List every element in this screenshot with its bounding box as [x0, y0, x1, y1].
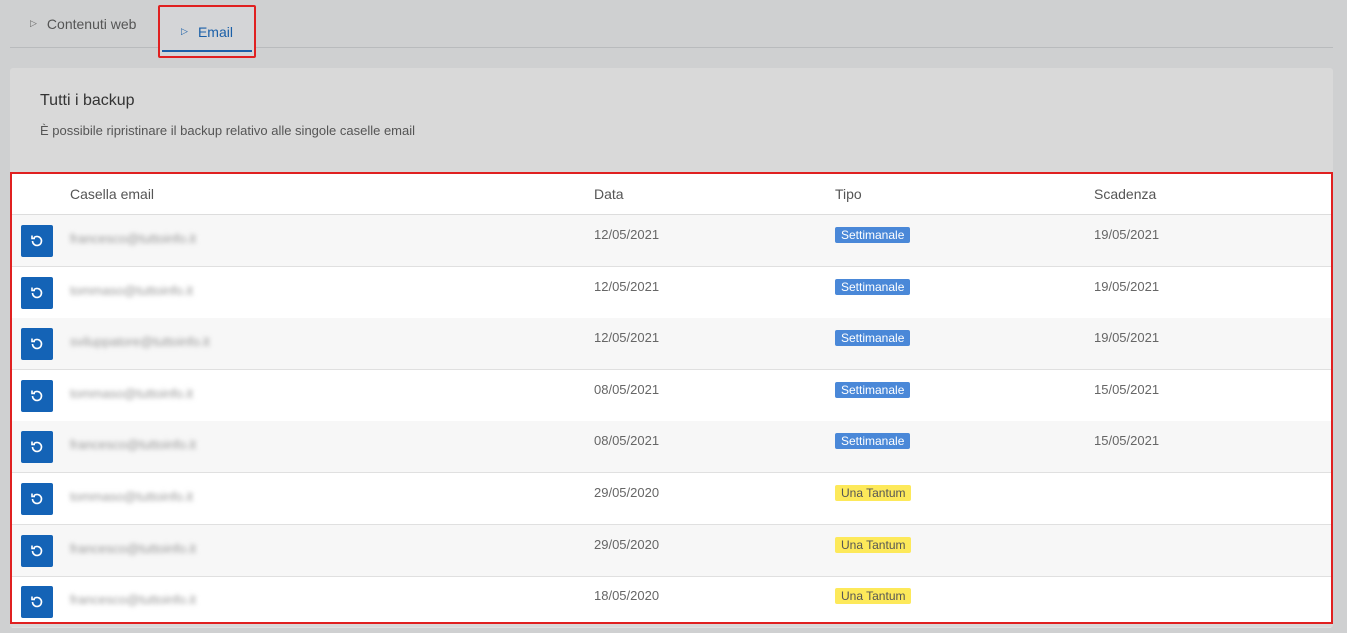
- email-cell: francesco@tuttoinfo.it: [70, 437, 196, 453]
- tab-contenuti-web[interactable]: ▷ Contenuti web: [30, 0, 136, 47]
- email-cell: francesco@tuttoinfo.it: [70, 231, 196, 246]
- expiry-cell: 15/05/2021: [1094, 381, 1160, 397]
- type-badge: Settimanale: [835, 330, 911, 347]
- table-row: francesco@tuttoinfo.it 29/05/2020 Una Tant…: [12, 524, 1331, 577]
- header-type: Tipo: [835, 186, 862, 202]
- date-cell: 29/05/2020: [594, 485, 660, 500]
- header-date: Data: [594, 186, 624, 202]
- email-cell: tommaso@tuttoinfo.it: [70, 385, 194, 401]
- restore-icon: [29, 285, 45, 301]
- tab-label: Email: [197, 23, 233, 40]
- type-badge: Settimanale: [835, 381, 911, 398]
- type-badge: Una Tantum: [835, 588, 912, 605]
- table-row: francesco@tuttoinfo.it 12/05/2021 Settiman…: [12, 215, 1331, 267]
- restore-button[interactable]: [21, 276, 53, 309]
- table-row: francesco@tuttoinfo.it 18/05/2020 Una Tant…: [12, 576, 1331, 629]
- header-email: Casella email: [70, 186, 155, 202]
- date-cell: 12/05/2021: [594, 330, 660, 346]
- restore-button[interactable]: [21, 586, 53, 619]
- header-expiry: Scadenza: [1094, 186, 1157, 202]
- restore-icon: [29, 543, 45, 559]
- restore-button[interactable]: [21, 431, 53, 464]
- tab-email[interactable]: ▷ Email: [158, 5, 256, 58]
- restore-button[interactable]: [21, 328, 53, 361]
- table-row: francesco@tuttoinfo.it 08/05/2021 Settiman…: [12, 421, 1331, 474]
- date-cell: 12/05/2021: [594, 227, 660, 242]
- type-badge: Una Tantum: [835, 485, 912, 501]
- expiry-cell: 19/05/2021: [1094, 227, 1160, 242]
- triangle-right-icon: ▷: [30, 18, 37, 28]
- email-cell: tommaso@tuttoinfo.it: [70, 489, 194, 504]
- tab-bar: ▷ Contenuti web ▷ Email: [10, 0, 1333, 58]
- restore-button[interactable]: [21, 379, 53, 412]
- active-tab-indicator: [162, 50, 252, 52]
- tab-label: Contenuti web: [46, 15, 137, 32]
- restore-button[interactable]: [21, 534, 53, 567]
- date-cell: 12/05/2021: [594, 278, 660, 294]
- triangle-right-icon: ▷: [181, 26, 188, 36]
- type-badge: Una Tantum: [835, 536, 912, 553]
- date-cell: 29/05/2020: [594, 536, 660, 552]
- restore-icon: [29, 388, 45, 404]
- expiry-cell: 15/05/2021: [1094, 433, 1160, 449]
- table-row: tommaso@tuttoinfo.it 12/05/2021 Settimanal…: [12, 267, 1331, 319]
- email-cell: francesco@tuttoinfo.it: [70, 540, 196, 556]
- expiry-cell: 19/05/2021: [1094, 330, 1160, 346]
- table-row: sviluppatore@tuttoinfo.it 12/05/2021 Setti…: [12, 318, 1331, 371]
- restore-icon: [29, 233, 45, 249]
- card-subtitle: È possibile ripristinare il backup relat…: [40, 123, 416, 138]
- table-row: tommaso@tuttoinfo.it 29/05/2020 Una Tantum: [12, 473, 1331, 525]
- type-badge: Settimanale: [835, 227, 911, 243]
- date-cell: 08/05/2021: [594, 381, 660, 397]
- restore-icon: [29, 336, 45, 352]
- date-cell: 18/05/2020: [594, 588, 660, 604]
- backup-table: Casella email Data Tipo Scadenza frances…: [10, 172, 1333, 629]
- table-header: Casella email Data Tipo Scadenza: [12, 174, 1331, 215]
- email-cell: tommaso@tuttoinfo.it: [70, 282, 194, 298]
- restore-icon: [29, 594, 45, 610]
- date-cell: 08/05/2021: [594, 433, 660, 449]
- table-row: tommaso@tuttoinfo.it 08/05/2021 Settimanal…: [12, 370, 1331, 422]
- type-badge: Settimanale: [835, 433, 911, 450]
- backup-card: Tutti i backup È possibile ripristinare …: [10, 68, 1333, 629]
- expiry-cell: 19/05/2021: [1094, 278, 1160, 294]
- type-badge: Settimanale: [835, 278, 911, 295]
- email-cell: francesco@tuttoinfo.it: [70, 592, 196, 608]
- restore-icon: [29, 491, 45, 507]
- email-cell: sviluppatore@tuttoinfo.it: [70, 334, 210, 350]
- restore-button[interactable]: [21, 483, 53, 515]
- card-title: Tutti i backup: [40, 92, 135, 109]
- restore-button[interactable]: [21, 225, 53, 257]
- restore-icon: [29, 439, 45, 455]
